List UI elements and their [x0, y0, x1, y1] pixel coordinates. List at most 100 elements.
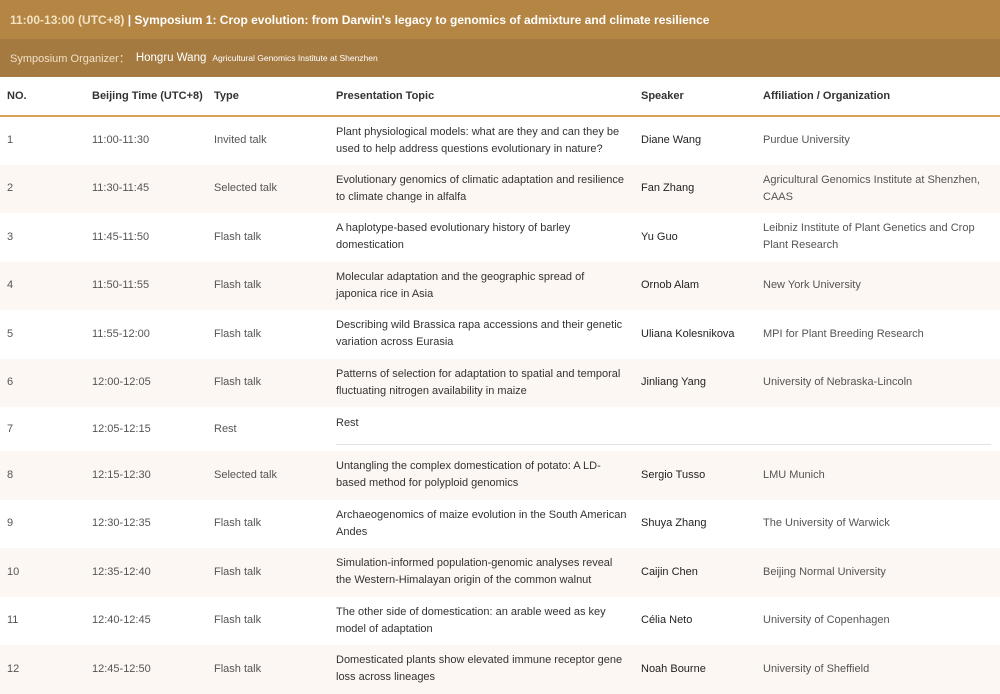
row-affiliation: University of Nebraska-Lincoln [763, 376, 913, 389]
organizer-name: Hongru Wang [135, 52, 207, 64]
row-number: 5 [7, 327, 14, 340]
table-row: 6 12:00-12:05 Flash talk Patterns of select… [0, 358, 1000, 407]
table-header-row: NO. Beijing Time (UTC+8) Type Presentati… [0, 77, 1000, 117]
row-number: 8 [7, 468, 14, 481]
row-time: 11:45-11:50 [92, 230, 150, 243]
rest-label: Rest [336, 417, 359, 429]
organizer-label: Symposium Organizer： [10, 53, 130, 65]
row-speaker [634, 407, 756, 451]
row-topic: Archaeogenomics of maize evolution in th… [336, 508, 627, 538]
row-affiliation: Agricultural Genomics Institute at Shenz… [763, 173, 981, 203]
row-affiliation: Leibniz Institute of Plant Genetics and … [763, 222, 975, 252]
row-time: 12:00-12:05 [92, 376, 151, 389]
row-speaker: Uliana Kolesnikova [641, 327, 735, 340]
row-type: Invited talk [214, 134, 267, 147]
column-header-speaker: Speaker [634, 77, 756, 117]
row-speaker: Diane Wang [641, 134, 702, 147]
row-speaker: Fan Zhang [641, 182, 695, 195]
row-number: 4 [7, 279, 14, 292]
row-topic: Simulation-informed population-genomic a… [336, 557, 613, 587]
column-header-affiliation: Affiliation / Organization [756, 77, 1000, 117]
row-time: 11:30-11:45 [92, 182, 150, 195]
row-topic: Domesticated plants show elevated immune… [336, 654, 623, 684]
row-number: 1 [7, 134, 14, 147]
row-topic: Rest [329, 407, 991, 451]
table-row: 12 12:45-12:50 Flash talk Domesticated plan… [0, 645, 1000, 694]
row-affiliation: University of Sheffield [763, 662, 870, 675]
row-speaker: Yu Guo [641, 230, 678, 243]
table-row: 2 11:30-11:45 Selected talk Evolutionary ge… [0, 164, 1000, 213]
table-row: 3 11:45-11:50 Flash talk A haplotype-based … [0, 213, 1000, 262]
table-row: 8 12:15-12:30 Selected talk Untangling the … [0, 451, 1000, 500]
row-number: 12 [7, 662, 20, 675]
row-speaker: Sergio Tusso [641, 468, 706, 481]
row-topic: Describing wild Brassica rapa accessions… [336, 319, 623, 349]
row-speaker: Caijin Chen [641, 565, 698, 578]
row-affiliation: MPI for Plant Breeding Research [763, 327, 924, 340]
row-number: 9 [7, 517, 14, 530]
row-type: Flash talk [214, 614, 262, 627]
row-topic: A haplotype-based evolutionary history o… [336, 222, 571, 252]
row-speaker: Célia Neto [641, 614, 693, 627]
row-type: Flash talk [214, 230, 262, 243]
row-topic: Patterns of selection for adaptation to … [336, 367, 621, 397]
title-separator: | [124, 12, 135, 27]
row-affiliation: University of Copenhagen [763, 614, 890, 627]
table-row: 5 11:55-12:00 Flash talk Describing wild Br… [0, 310, 1000, 359]
row-affiliation: LMU Munich [763, 468, 825, 481]
row-number: 2 [7, 182, 14, 195]
row-speaker: Shuya Zhang [641, 517, 707, 530]
row-affiliation: The University of Warwick [763, 517, 890, 530]
row-time: 11:00-11:30 [92, 134, 150, 147]
row-number: 6 [7, 376, 14, 389]
organizer-institution: Agricultural Genomics Institute at Shenz… [212, 53, 378, 63]
row-time: 11:55-12:00 [92, 327, 150, 340]
row-number: 11 [7, 614, 19, 627]
table-row: 1 11:00-11:30 Invited talk Plant physiologi… [0, 116, 1000, 165]
row-time: 11:50-11:55 [92, 279, 150, 292]
row-affiliation [756, 407, 1000, 451]
row-type: Rest [214, 422, 237, 435]
row-speaker: Noah Bourne [641, 662, 706, 675]
row-type: Flash talk [214, 565, 262, 578]
row-type: Flash talk [214, 662, 262, 675]
row-speaker: Ornob Alam [641, 279, 700, 292]
row-topic: Molecular adaptation and the geographic … [336, 270, 585, 300]
row-time: 12:05-12:15 [92, 422, 151, 435]
row-time: 12:15-12:30 [92, 468, 151, 481]
schedule-table: NO. Beijing Time (UTC+8) Type Presentati… [0, 77, 1000, 694]
organizer-bar: Symposium Organizer： Hongru Wang Agricul… [0, 39, 1000, 77]
row-time: 12:35-12:40 [92, 565, 151, 578]
row-speaker: Jinliang Yang [641, 376, 707, 389]
row-number: 10 [7, 565, 20, 578]
rest-row: 7 12:05-12:15 Rest Rest [0, 407, 1000, 451]
row-number: 3 [7, 230, 14, 243]
row-affiliation: Purdue University [763, 134, 850, 147]
row-type: Flash talk [214, 327, 262, 340]
table-row: 10 12:35-12:40 Flash talk Simulation-inform… [0, 548, 1000, 597]
symposium-title-bar: 11:00-13:00 (UTC+8) | Symposium 1: Crop … [0, 0, 1000, 39]
table-row: 4 11:50-11:55 Flash talk Molecular adaptati… [0, 261, 1000, 310]
row-type: Flash talk [214, 279, 262, 292]
row-affiliation: Beijing Normal University [763, 565, 886, 578]
table-row: 11 12:40-12:45 Flash talk The other side of… [0, 597, 1000, 646]
column-header-time: Beijing Time (UTC+8) [85, 77, 207, 117]
row-time: 12:45-12:50 [92, 662, 151, 675]
column-header-type: Type [207, 77, 329, 117]
row-time: 12:30-12:35 [92, 517, 151, 530]
row-type: Flash talk [214, 376, 262, 389]
row-time: 12:40-12:45 [92, 614, 151, 627]
row-topic: Untangling the complex domestication of … [336, 460, 601, 490]
column-header-topic: Presentation Topic [329, 77, 634, 117]
column-header-no: NO. [0, 77, 85, 117]
row-topic: The other side of domestication: an arab… [336, 605, 606, 635]
row-type: Selected talk [214, 468, 277, 481]
schedule-body: 1 11:00-11:30 Invited talk Plant physiologi… [0, 116, 1000, 694]
row-type: Flash talk [214, 517, 262, 530]
symposium-title: Symposium 1: Crop evolution: from Darwin… [134, 12, 710, 27]
row-type: Selected talk [214, 182, 277, 195]
row-topic: Evolutionary genomics of climatic adapta… [336, 173, 624, 203]
session-time: 11:00-13:00 (UTC+8) [10, 12, 125, 27]
row-topic: Plant physiological models: what are the… [336, 125, 620, 155]
row-number: 7 [7, 422, 14, 435]
